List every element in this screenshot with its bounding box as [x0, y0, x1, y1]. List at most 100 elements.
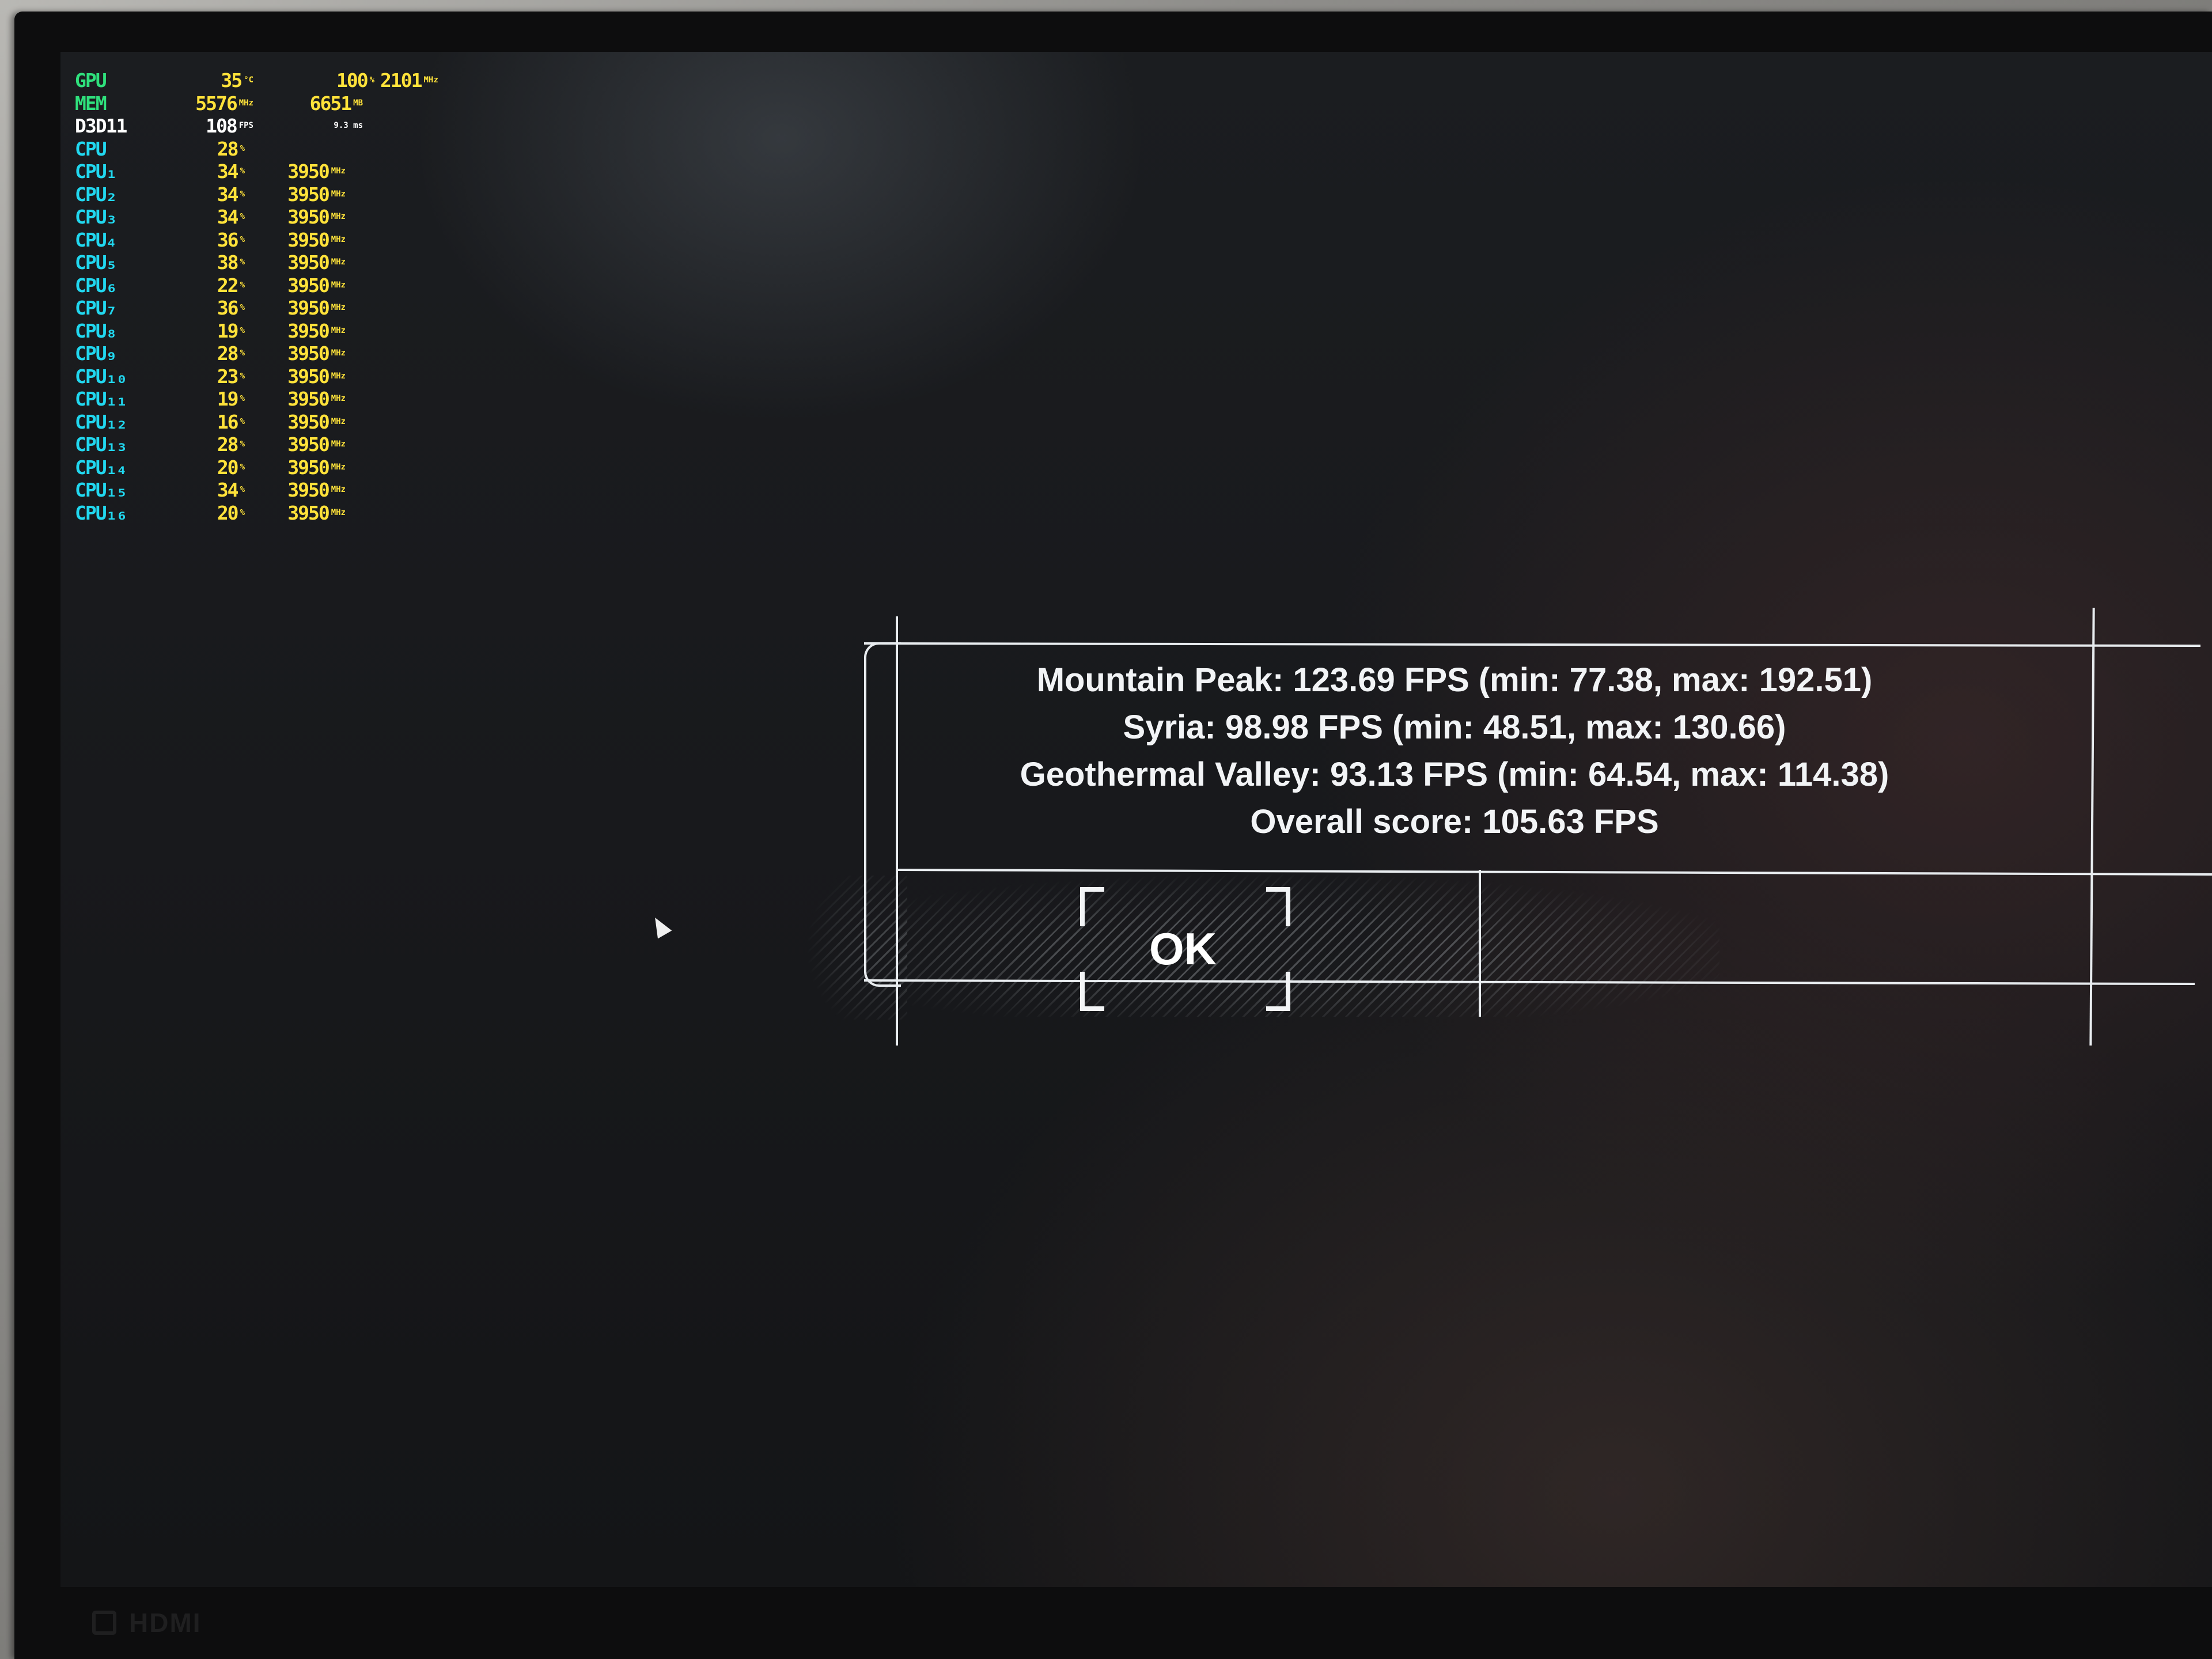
osd-row-cpu-core: CPU₁₄ 20% 3950 MHz — [75, 456, 444, 479]
osd-core-label: CPU₁₁ — [75, 388, 127, 410]
osd-mem-used-unit: MB — [353, 98, 363, 108]
osd-gpu-clock-unit: MHz — [423, 75, 438, 85]
ok-button-label: OK — [1149, 923, 1217, 974]
osd-row-cpu: CPU 28% — [75, 138, 444, 161]
osd-core-label: CPU₅ — [75, 251, 117, 274]
osd-mem-used: 6651 — [309, 92, 352, 115]
bezel-input-label: HDMI — [92, 1607, 202, 1638]
osd-core-clock-unit: MHz — [331, 212, 346, 221]
osd-core-clock-unit: MHz — [331, 462, 346, 472]
osd-core-list: CPU₁ 34% 3950 MHz CPU₂ 34% 3950 MHz CPU₃ 34% 3950 M… — [75, 160, 444, 524]
osd-core-label: CPU₁₆ — [75, 501, 127, 524]
osd-row-cpu-core: CPU₃ 34% 3950 MHz — [75, 206, 444, 229]
osd-core-label: CPU₆ — [75, 274, 117, 297]
osd-row-cpu-core: CPU₁₆ 20% 3950 MHz — [75, 502, 444, 525]
osd-core-clock-unit: MHz — [331, 371, 346, 381]
osd-core-label: CPU₁₀ — [75, 365, 127, 388]
osd-mem-clock-unit: MHz — [238, 98, 253, 108]
osd-core-clock-unit: MHz — [331, 440, 346, 449]
osd-frametime: 9.3 ms — [334, 121, 363, 130]
benchmark-results: Mountain Peak: 123.69 FPS (min: 77.38, m… — [913, 657, 1996, 846]
bezel-hdmi-text: HDMI — [129, 1608, 202, 1638]
osd-api-label: D3D11 — [75, 115, 127, 137]
result-line-mountain-peak: Mountain Peak: 123.69 FPS (min: 77.38, m… — [1036, 661, 1873, 699]
osd-core-label: CPU₁₄ — [75, 456, 127, 479]
result-line-geothermal-valley: Geothermal Valley: 93.13 FPS (min: 64.54… — [1020, 756, 1889, 793]
osd-core-usage: 22 — [217, 274, 239, 297]
osd-gpu-clock: 2101 — [380, 69, 422, 92]
osd-core-clock-unit: MHz — [331, 234, 346, 244]
osd-core-usage-unit: % — [240, 485, 245, 494]
osd-core-label: CPU₁₃ — [75, 433, 127, 456]
result-line-overall-score: Overall score: 105.63 FPS — [1250, 803, 1659, 840]
osd-cpu-label: CPU — [75, 137, 107, 160]
osd-core-usage: 28 — [217, 433, 239, 456]
osd-core-clock-unit: MHz — [331, 394, 346, 403]
osd-core-usage: 34 — [217, 160, 239, 183]
osd-core-usage-unit: % — [240, 371, 245, 381]
dialog-line-bottom — [863, 979, 2195, 986]
osd-core-label: CPU₃ — [75, 206, 117, 228]
osd-core-usage-unit: % — [240, 212, 245, 221]
dialog-line-top — [863, 642, 2200, 647]
dialog-line-mid — [1479, 870, 1481, 1017]
osd-core-clock: 3950 — [287, 319, 329, 342]
osd-row-cpu-core: CPU₁₀ 23% 3950 MHz — [75, 365, 444, 388]
osd-mem-clock: 5576 — [195, 92, 237, 115]
osd-core-usage-unit: % — [240, 303, 245, 312]
osd-core-usage-unit: % — [240, 416, 245, 426]
osd-core-clock: 3950 — [287, 410, 329, 433]
osd-core-clock: 3950 — [287, 206, 329, 228]
osd-core-clock: 3950 — [287, 342, 329, 365]
osd-cpu-usage: 28 — [217, 137, 239, 160]
osd-row-cpu-core: CPU₉ 28% 3950 MHz — [75, 342, 444, 365]
osd-cpu-usage-unit: % — [240, 143, 245, 153]
osd-core-usage: 28 — [217, 342, 239, 365]
hatch-pattern-left — [781, 876, 907, 1020]
osd-core-usage-unit: % — [240, 280, 245, 290]
osd-row-cpu-core: CPU₄ 36% 3950 MHz — [75, 229, 444, 252]
osd-core-label: CPU₁ — [75, 160, 117, 183]
osd-core-clock: 3950 — [287, 479, 329, 501]
displayport-icon — [92, 1611, 116, 1635]
osd-core-usage: 23 — [217, 365, 239, 388]
osd-fps: 108 — [206, 115, 238, 137]
osd-core-clock-unit: MHz — [331, 416, 346, 426]
osd-core-clock-unit: MHz — [331, 280, 346, 290]
osd-core-usage: 19 — [217, 388, 239, 410]
osd-core-clock-unit: MHz — [331, 189, 346, 199]
osd-row-cpu-core: CPU₁ 34% 3950 MHz — [75, 160, 444, 183]
osd-core-label: CPU₇ — [75, 297, 117, 319]
dialog-side-frame — [864, 642, 901, 987]
osd-gpu-label: GPU — [75, 69, 107, 92]
osd-core-usage: 34 — [217, 479, 239, 501]
osd-core-usage-unit: % — [240, 349, 245, 358]
osd-core-clock: 3950 — [287, 365, 329, 388]
osd-core-clock: 3950 — [287, 388, 329, 410]
osd-row-cpu-core: CPU₅ 38% 3950 MHz — [75, 251, 444, 274]
osd-core-usage-unit: % — [240, 325, 245, 335]
osd-row-gpu: GPU 35 °C 100% 2101 MHz — [75, 69, 444, 92]
osd-core-label: CPU₁₂ — [75, 410, 127, 433]
osd-core-label: CPU₈ — [75, 319, 117, 342]
osd-core-usage: 20 — [217, 501, 239, 524]
ok-button[interactable]: OK — [1080, 887, 1290, 1011]
osd-mem-label: MEM — [75, 92, 107, 115]
osd-core-usage: 34 — [217, 206, 239, 228]
osd-fps-unit: FPS — [238, 121, 253, 130]
osd-core-usage: 36 — [217, 228, 239, 251]
osd-core-label: CPU₄ — [75, 228, 117, 251]
osd-gpu-temp-unit: °C — [244, 75, 253, 85]
osd-core-clock: 3950 — [287, 251, 329, 274]
osd-core-usage: 38 — [217, 251, 239, 274]
osd-gpu-usage: 100 — [336, 69, 369, 92]
hatch-pattern — [896, 873, 1719, 1017]
osd-core-usage: 16 — [217, 410, 239, 433]
monitor-bezel: GPU 35 °C 100% 2101 MHz MEM 5576 MHz 6651 MB… — [14, 12, 2212, 1659]
osd-core-label: CPU₁₅ — [75, 479, 127, 501]
osd-row-mem: MEM 5576 MHz 6651 MB — [75, 92, 444, 115]
osd-row-cpu-core: CPU₁₂ 16% 3950 MHz — [75, 411, 444, 434]
osd-core-usage: 20 — [217, 456, 239, 479]
osd-core-usage: 34 — [217, 183, 239, 206]
osd-core-usage-unit: % — [240, 257, 245, 267]
